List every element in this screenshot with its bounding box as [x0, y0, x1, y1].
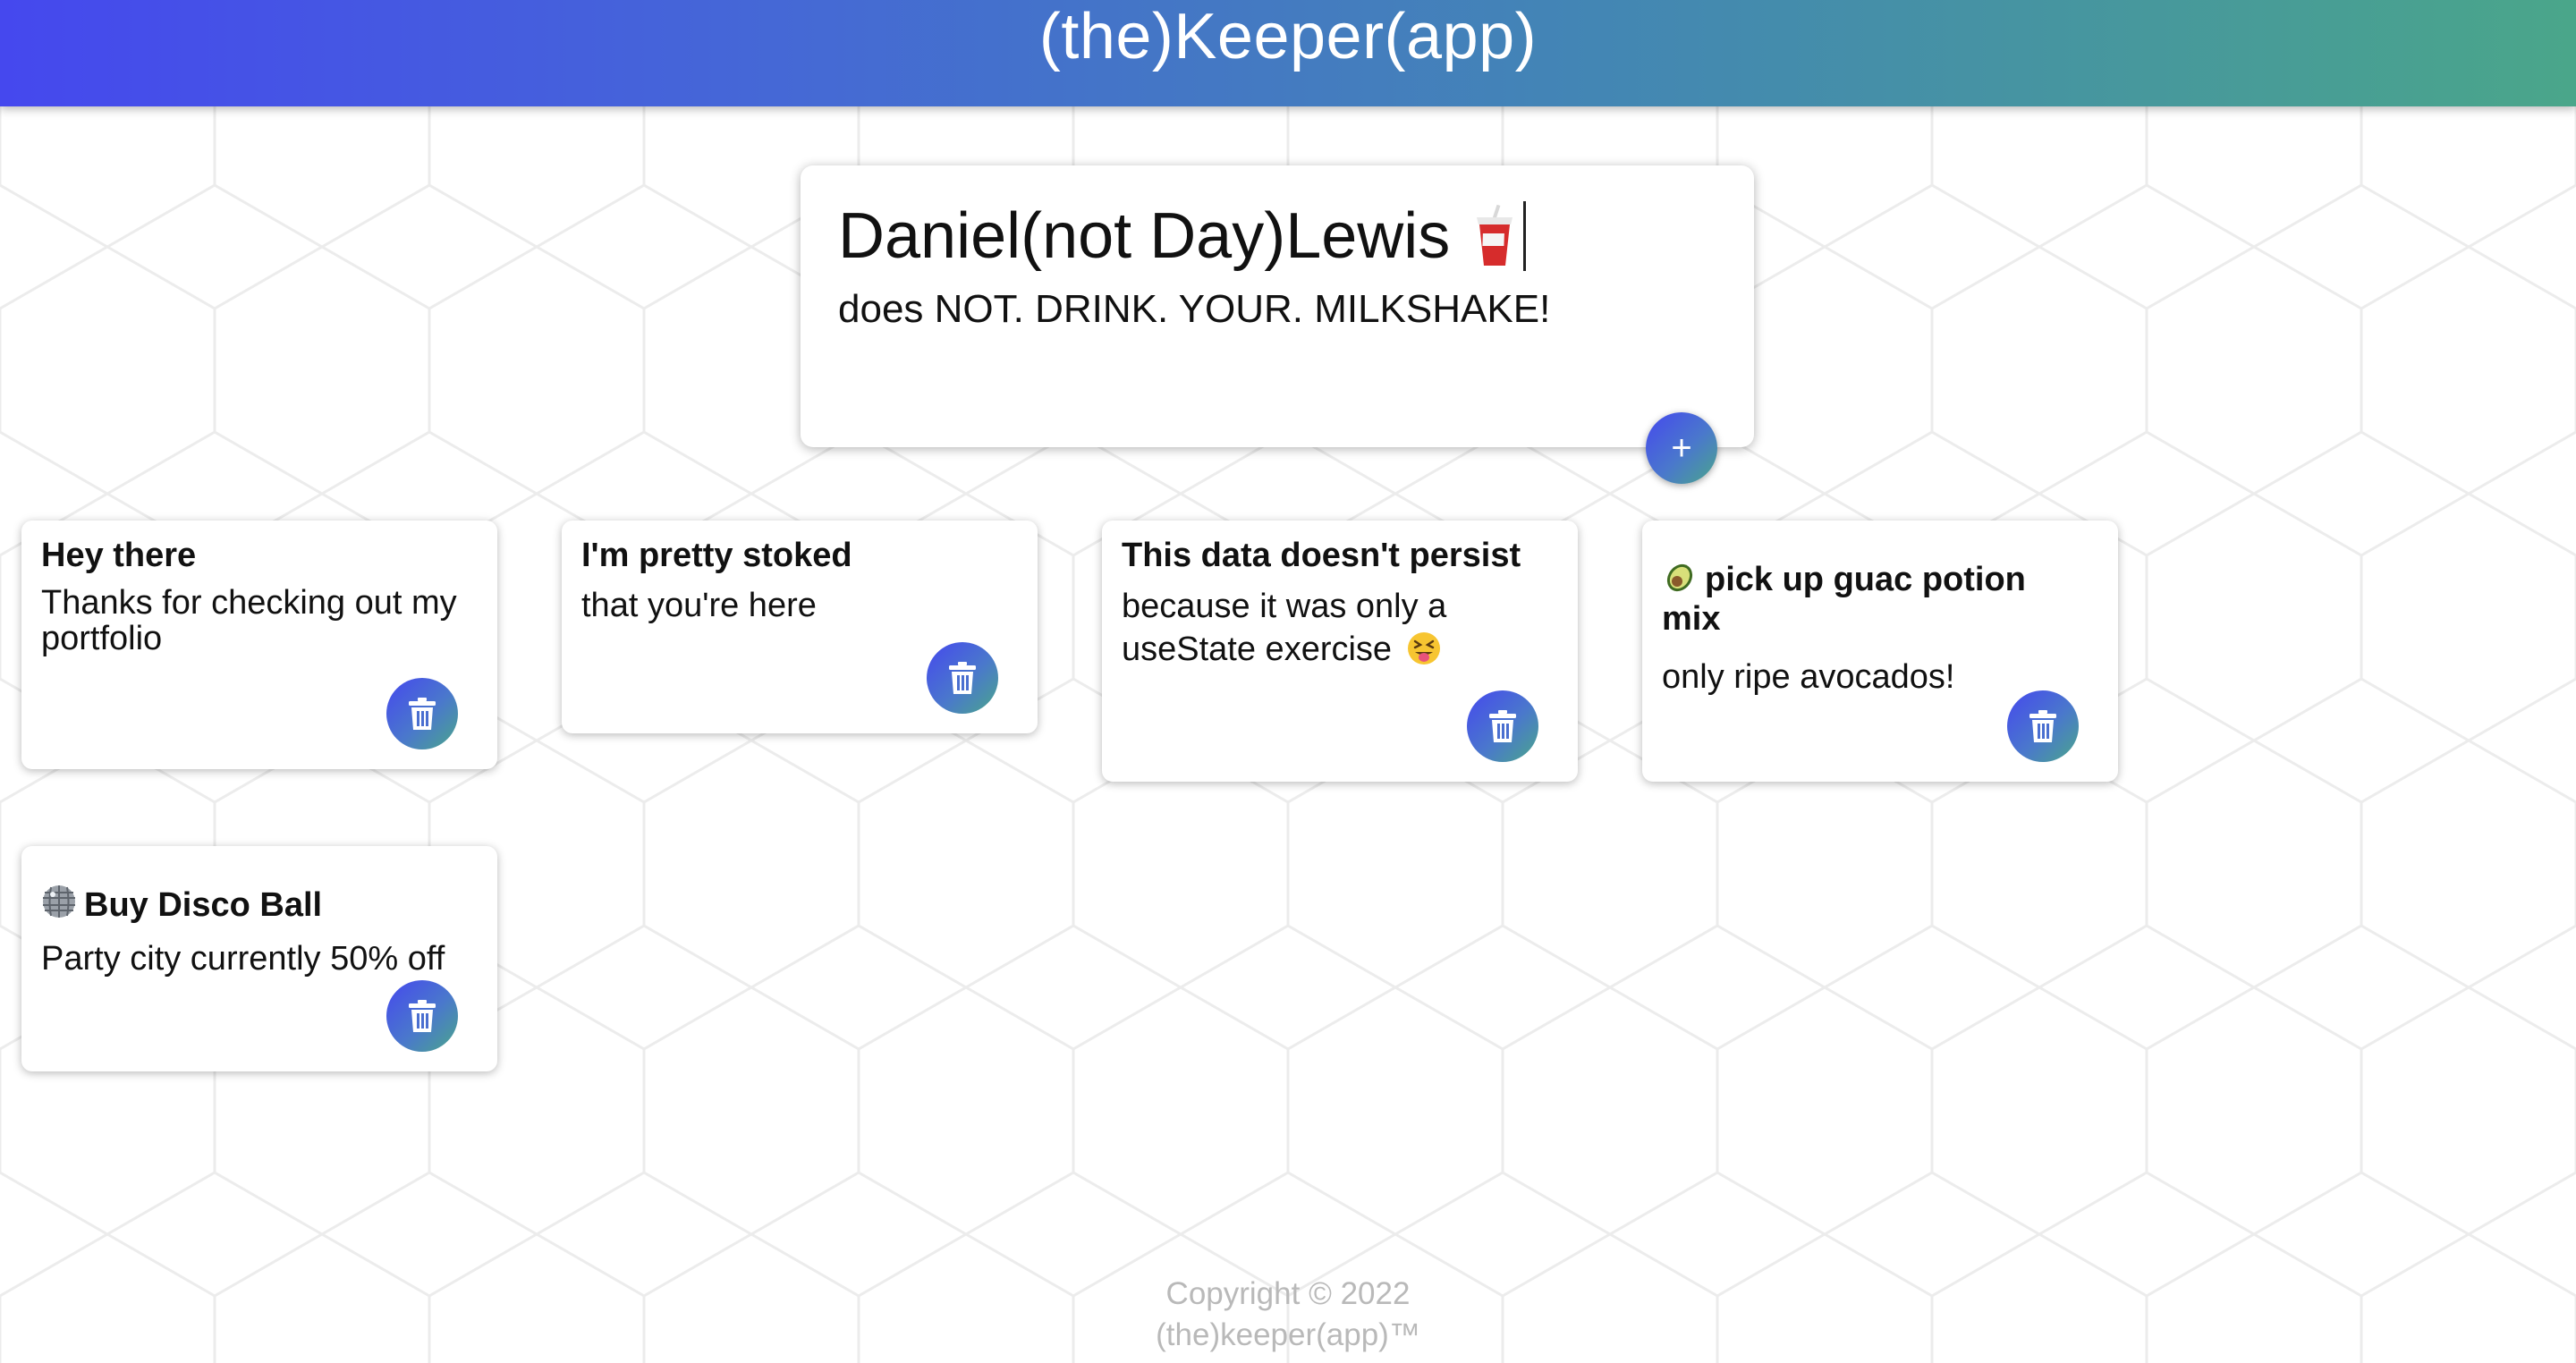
- note-title: Buy Disco Ball: [41, 884, 478, 926]
- note-title-line: mix: [1662, 599, 1721, 638]
- app-header: (the)Keeper(app): [0, 0, 2576, 106]
- note-content-line: because it was only a: [1122, 587, 1447, 625]
- delete-note-button[interactable]: [927, 642, 998, 714]
- note-content: that you're here: [581, 586, 817, 624]
- note-title-line: pick up guac potion: [1662, 558, 2098, 600]
- disco-ball-icon: [43, 885, 75, 918]
- note-card: Buy Disco Ball Party city currently 50% …: [21, 846, 497, 1071]
- avocado-icon: [1666, 563, 1693, 592]
- content-textarea-text: does NOT. DRINK. YOUR. MILKSHAKE!: [838, 287, 1551, 331]
- footer-brand-text: (the)keeper(app)™: [1156, 1317, 1420, 1352]
- note-content-line: portfolio: [41, 619, 163, 657]
- app-title: (the)Keeper(app): [1038, 0, 1538, 72]
- note-content-line: useState exercise: [1122, 628, 1558, 671]
- soda-cup-icon: [1477, 205, 1513, 266]
- text-cursor: [1523, 201, 1527, 271]
- note-title-text: Buy Disco Ball: [84, 886, 323, 924]
- trash-icon: [409, 1000, 436, 1032]
- note-card: This data doesn't persist because it was…: [1102, 521, 1578, 782]
- note-title: This data doesn't persist: [1122, 537, 1521, 574]
- note-content-text: useState exercise: [1122, 630, 1393, 668]
- note-title: pick up guac potion mix: [1662, 558, 2098, 639]
- title-input-text: Daniel(not Day)Lewis: [838, 200, 1451, 272]
- trash-icon: [949, 662, 976, 694]
- trash-icon: [409, 698, 436, 730]
- trash-icon: [1489, 710, 1516, 742]
- footer: Copyright © 2022 (the)keeper(app)™: [0, 1274, 2576, 1356]
- note-card: pick up guac potion mix only ripe avocad…: [1642, 521, 2118, 782]
- winking-tongue-face-icon: [1407, 631, 1440, 665]
- note-card: Hey there Thanks for checking out my por…: [21, 521, 497, 769]
- delete-note-button[interactable]: [1467, 690, 1538, 762]
- copyright-text: Copyright © 2022: [1165, 1276, 1411, 1311]
- delete-note-button[interactable]: [2007, 690, 2079, 762]
- note-content: Party city currently 50% off: [41, 939, 445, 978]
- add-note-button[interactable]: +: [1646, 412, 1717, 484]
- note-content: because it was only a useState exercise: [1122, 585, 1558, 671]
- note-title-text: pick up guac potion: [1705, 561, 2026, 598]
- trash-icon: [2029, 710, 2056, 742]
- note-content-textarea[interactable]: does NOT. DRINK. YOUR. MILKSHAKE!: [838, 287, 1716, 332]
- delete-note-button[interactable]: [386, 678, 458, 749]
- note-title: I'm pretty stoked: [581, 537, 852, 574]
- note-content-line: Thanks for checking out my: [41, 583, 457, 622]
- create-note-form: Daniel(not Day)Lewis does NOT. DRINK. YO…: [801, 165, 1754, 447]
- note-title: Hey there: [41, 537, 197, 574]
- note-content: Thanks for checking out my portfolio: [41, 585, 478, 656]
- note-title-input[interactable]: Daniel(not Day)Lewis: [838, 198, 1716, 275]
- note-card: I'm pretty stoked that you're here: [562, 521, 1038, 733]
- plus-icon: +: [1671, 428, 1692, 468]
- delete-note-button[interactable]: [386, 980, 458, 1052]
